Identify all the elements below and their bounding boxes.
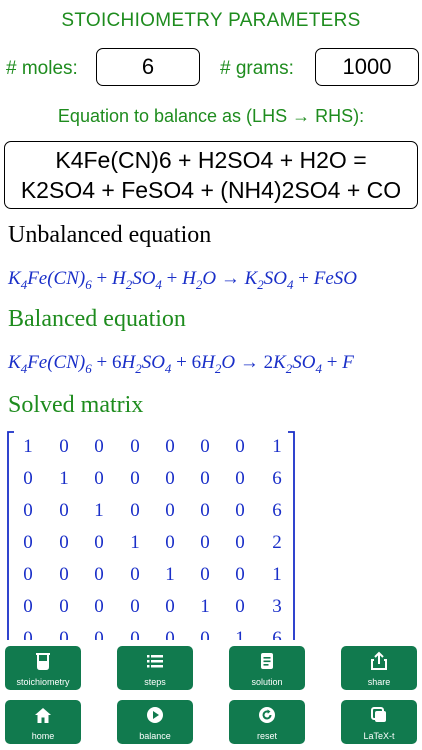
matrix-cell: 3 [272, 596, 282, 617]
matrix-cell: 0 [165, 500, 175, 521]
equation-line-1: K4Fe(CN)6 + H2SO4 + H2O = [55, 147, 367, 173]
matrix-cell: 2 [272, 532, 282, 553]
balanced-equation: K4Fe(CN)6 + 6H2SO4 + 6H2O → 2K2SO4 + F [8, 352, 354, 376]
matrix-cell: 0 [94, 436, 104, 457]
matrix-cell: 0 [130, 436, 140, 457]
steps-button[interactable]: steps [117, 646, 193, 690]
matrix-cell: 0 [165, 596, 175, 617]
home-button[interactable]: home [5, 700, 81, 744]
page-title: STOICHIOMETRY PARAMETERS [61, 10, 361, 31]
matrix-cell: 6 [272, 468, 282, 489]
moles-input[interactable]: 6 [96, 48, 200, 86]
matrix-cell: 1 [272, 436, 282, 457]
matrix-cell: 1 [23, 436, 33, 457]
matrix-right-bracket [288, 431, 295, 640]
matrix-cell: 0 [94, 596, 104, 617]
moles-label: # moles: [6, 58, 78, 79]
matrix-cell: 0 [200, 436, 210, 457]
matrix-heading: Solved matrix [8, 392, 144, 418]
matrix-cell: 6 [272, 500, 282, 521]
solution-button[interactable]: solution [229, 646, 305, 690]
matrix-cell: 0 [23, 564, 33, 585]
share-icon [371, 651, 387, 670]
matrix-cell: 0 [130, 500, 140, 521]
matrix-cell: 1 [200, 596, 210, 617]
matrix-cell: 0 [200, 532, 210, 553]
equation-input[interactable]: K4Fe(CN)6 + H2SO4 + H2O = K2SO4 + FeSO4 … [4, 141, 418, 209]
stoichiometry-button[interactable]: stoichiometry [5, 646, 81, 690]
matrix-cell: 0 [200, 468, 210, 489]
reset-icon [259, 707, 275, 723]
matrix-cell: 6 [272, 628, 282, 640]
reset-button[interactable]: reset [229, 700, 305, 744]
matrix-cell: 0 [23, 468, 33, 489]
matrix-left-bracket [7, 431, 14, 640]
grams-input[interactable]: 1000 [315, 48, 419, 86]
balanced-heading: Balanced equation [8, 306, 186, 332]
matrix-cell: 1 [165, 564, 175, 585]
grams-label: # grams: [220, 58, 294, 79]
beaker-icon [36, 653, 50, 670]
matrix-cell: 0 [59, 500, 69, 521]
matrix-cell: 0 [130, 596, 140, 617]
equation-label: Equation to balance as (LHS → RHS): [57, 106, 365, 126]
matrix-cell: 0 [235, 500, 245, 521]
matrix-cell: 0 [130, 468, 140, 489]
solved-matrix: 1 0 0 0 0 0 0 1 0 1 0 0 0 0 0 6 0 0 1 0 0 0 0 6 0 0 0 1 0 0 0 2 0 0 0 0 1 0 0 1… [7, 431, 295, 640]
matrix-cell: 0 [23, 596, 33, 617]
matrix-cell: 0 [59, 436, 69, 457]
matrix-cell: 0 [165, 468, 175, 489]
matrix-cell: 0 [94, 564, 104, 585]
home-icon [35, 708, 51, 723]
matrix-cell: 0 [94, 628, 104, 640]
matrix-cell: 0 [94, 468, 104, 489]
matrix-cell: 0 [235, 564, 245, 585]
latex-button[interactable]: LaTeX-t [341, 700, 417, 744]
matrix-cell: 0 [23, 532, 33, 553]
matrix-cell: 0 [23, 628, 33, 640]
share-button[interactable]: share [341, 646, 417, 690]
matrix-cell: 0 [59, 532, 69, 553]
matrix-cell: 0 [59, 564, 69, 585]
matrix-cell: 0 [59, 596, 69, 617]
list-icon [147, 655, 163, 668]
copy-icon [371, 707, 386, 722]
matrix-cell: 0 [235, 532, 245, 553]
matrix-cell: 1 [272, 564, 282, 585]
matrix-cell: 1 [94, 500, 104, 521]
balance-button[interactable]: balance [117, 700, 193, 744]
matrix-cell: 0 [200, 628, 210, 640]
matrix-cell: 1 [235, 628, 245, 640]
matrix-cell: 0 [130, 628, 140, 640]
matrix-cell: 0 [200, 564, 210, 585]
equation-line-2: K2SO4 + FeSO4 + (NH4)2SO4 + CO [20, 177, 402, 203]
matrix-cell: 1 [59, 468, 69, 489]
document-icon [261, 653, 273, 669]
matrix-cell: 0 [235, 436, 245, 457]
matrix-cell: 0 [235, 468, 245, 489]
matrix-cell: 1 [130, 532, 140, 553]
matrix-cell: 0 [59, 628, 69, 640]
play-icon [147, 707, 163, 723]
matrix-cell: 0 [165, 436, 175, 457]
matrix-cell: 0 [165, 628, 175, 640]
unbalanced-heading: Unbalanced equation [8, 222, 212, 248]
matrix-cell: 0 [165, 532, 175, 553]
matrix-cell: 0 [23, 500, 33, 521]
matrix-cell: 0 [130, 564, 140, 585]
unbalanced-equation: K4Fe(CN)6 + H2SO4 + H2O → K2SO4 + FeSO [8, 268, 358, 292]
matrix-cell: 0 [94, 532, 104, 553]
matrix-cell: 0 [200, 500, 210, 521]
matrix-cell: 0 [235, 596, 245, 617]
